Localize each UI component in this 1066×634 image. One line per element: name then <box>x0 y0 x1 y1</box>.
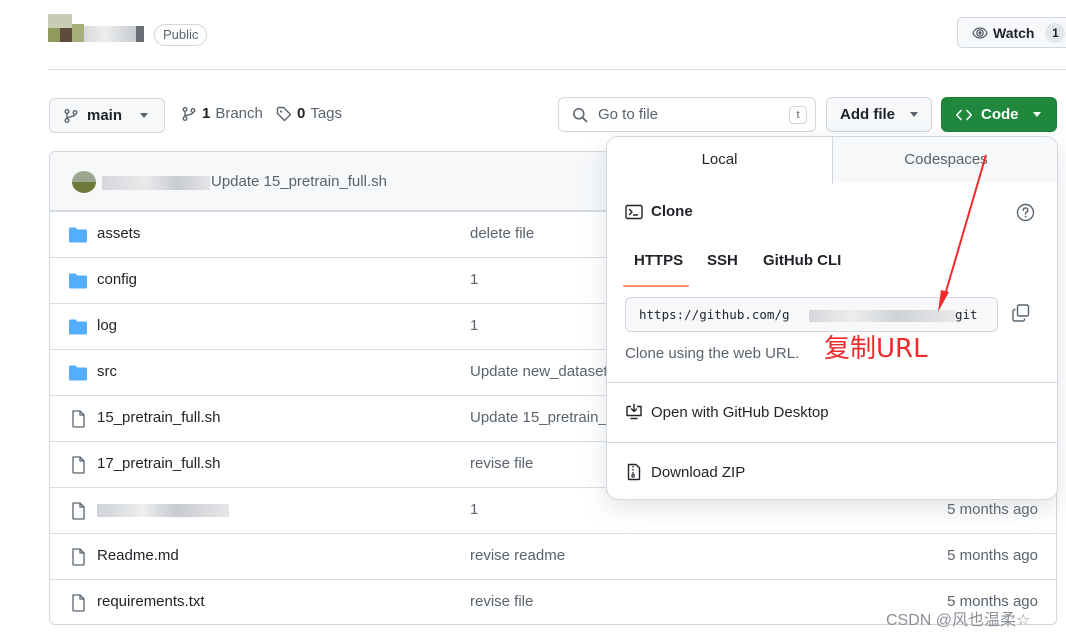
annotation-label: 复制URL <box>824 334 928 364</box>
annotation-arrow <box>938 154 987 312</box>
watermark: CSDN @风也温柔☆ <box>886 612 1031 629</box>
